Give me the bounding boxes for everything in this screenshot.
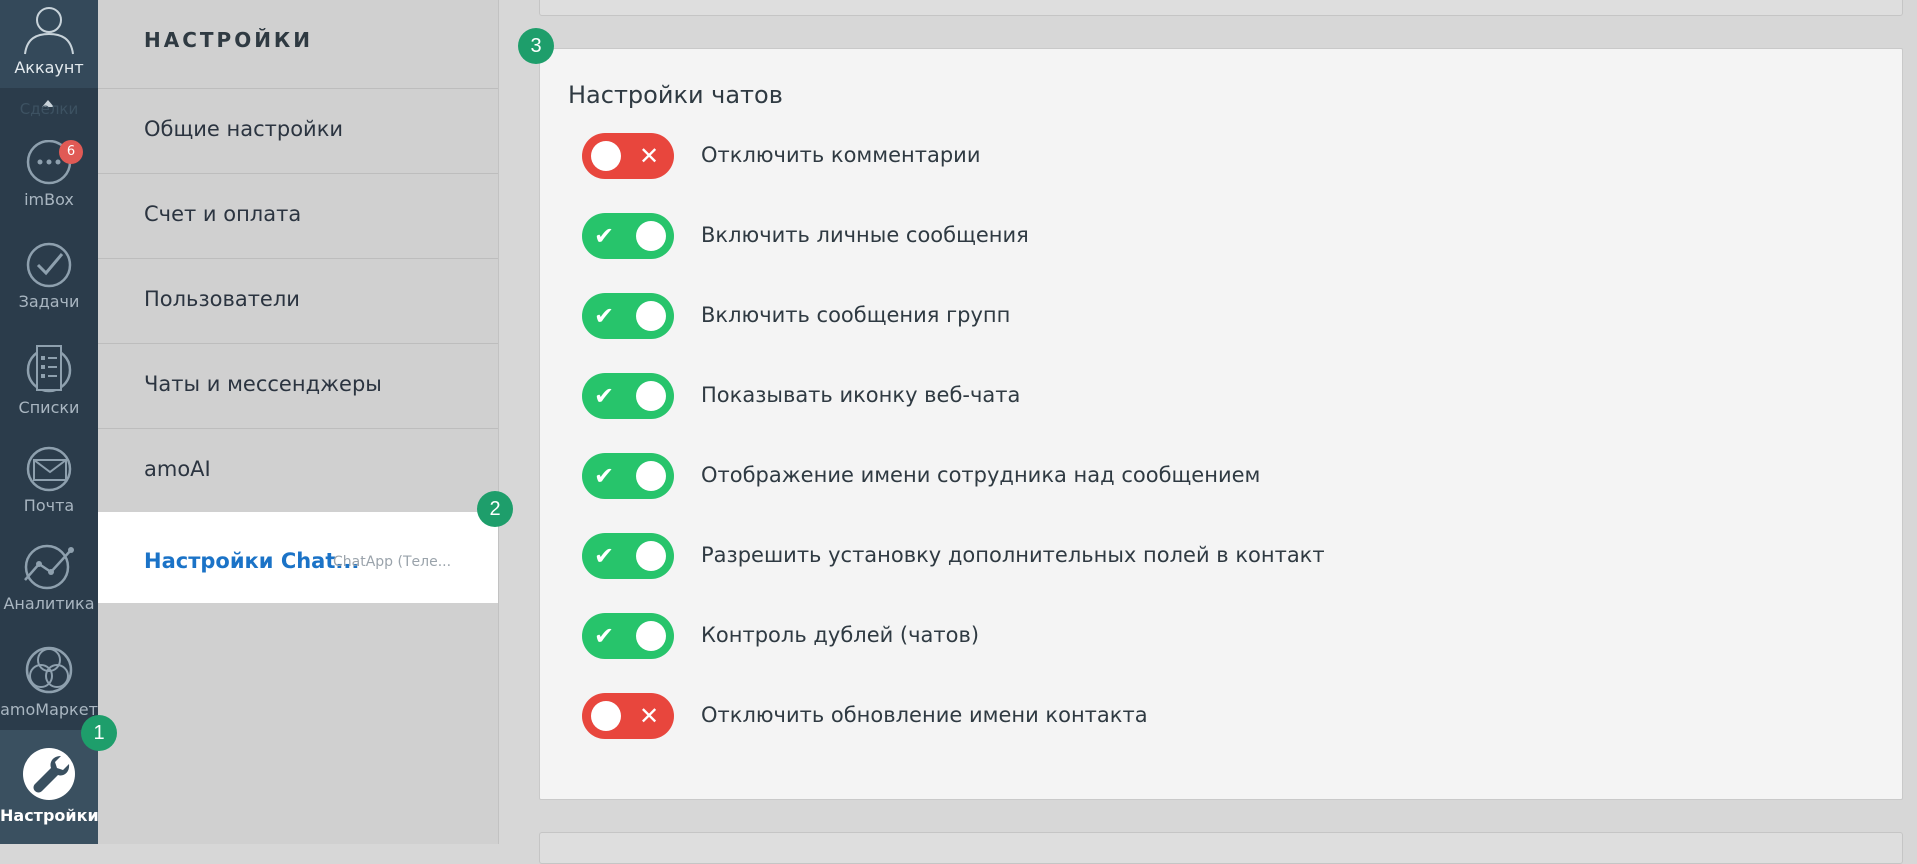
toggle-knob <box>636 621 666 651</box>
checkmark-icon: ✔ <box>594 302 615 330</box>
toggle-knob <box>636 301 666 331</box>
toggle-knob <box>591 141 621 171</box>
left-nav: Аккаунт Сделки imBox 6 Задачи Списки Поч… <box>0 0 99 844</box>
toggle-switch[interactable]: ✔ <box>582 533 674 579</box>
next-card <box>539 832 1903 864</box>
sidebar-item-label: amoAI <box>144 457 211 481</box>
setting-label: Отключить обновление имени контакта <box>701 703 1148 727</box>
nav-lists-label: Списки <box>18 398 80 417</box>
nav-market-label: amoМаркет <box>0 700 98 719</box>
sidebar-item-label: Настройки Chat... <box>144 549 360 573</box>
nav-account[interactable]: Аккаунт <box>0 0 98 88</box>
sidebar-item-sublabel: ChatApp (Теле... <box>333 554 452 570</box>
toggle-switch[interactable]: ✔ <box>582 613 674 659</box>
sidebar-item-users[interactable]: Пользователи <box>98 258 498 343</box>
nav-analytics[interactable]: Аналитика <box>0 544 98 613</box>
sidebar-item-label: Общие настройки <box>144 117 344 141</box>
market-circles-icon <box>25 646 73 694</box>
toggle-knob <box>636 221 666 251</box>
nav-market[interactable]: amoМаркет <box>0 644 98 719</box>
toggle-switch[interactable]: ✔ <box>582 213 674 259</box>
sidebar-item-label: Чаты и мессенджеры <box>144 372 382 396</box>
analytics-chart-icon <box>24 544 74 590</box>
chat-settings-card: Настройки чатов ✕ Отключить комментарии … <box>539 48 1903 800</box>
nav-faded-item: Сделки <box>19 100 79 118</box>
checkmark-icon: ✔ <box>594 462 615 490</box>
step-badge-2: 2 <box>477 491 513 527</box>
step-badge-1: 1 <box>81 715 117 751</box>
toggle-knob <box>636 381 666 411</box>
wrench-icon <box>23 748 75 800</box>
nav-settings-label: Настройки <box>0 806 99 825</box>
nav-mail-label: Почта <box>23 496 75 515</box>
toggle-switch[interactable]: ✕ <box>582 133 674 179</box>
nav-imbox-label: imBox <box>24 190 74 209</box>
nav-analytics-label: Аналитика <box>3 594 95 613</box>
card-title: Настройки чатов <box>568 81 783 109</box>
nav-tasks[interactable]: Задачи <box>0 242 98 311</box>
sidebar-item-label: Счет и оплата <box>144 202 302 226</box>
sidebar-item-amoai[interactable]: amoAI <box>98 428 498 513</box>
sidebar-item-chats[interactable]: Чаты и мессенджеры <box>98 343 498 428</box>
toggle-switch[interactable]: ✔ <box>582 373 674 419</box>
toggle-knob <box>636 541 666 571</box>
setting-label: Включить сообщения групп <box>701 303 1011 327</box>
nav-mail[interactable]: Почта <box>0 446 98 515</box>
sidebar-item-general[interactable]: Общие настройки <box>98 88 498 173</box>
nav-tasks-label: Задачи <box>18 292 80 311</box>
setting-label: Отображение имени сотрудника над сообщен… <box>701 463 1261 487</box>
main-content: Настройки чатов ✕ Отключить комментарии … <box>499 0 1917 864</box>
user-avatar-icon <box>24 7 74 55</box>
cross-icon: ✕ <box>639 142 660 170</box>
sidebar-item-label: Пользователи <box>144 287 300 311</box>
settings-title: НАСТРОЙКИ <box>144 28 314 52</box>
setting-label: Разрешить установку дополнительных полей… <box>701 543 1325 567</box>
toggle-knob <box>591 701 621 731</box>
setting-label: Включить личные сообщения <box>701 223 1029 247</box>
unread-count-badge: 6 <box>59 140 83 164</box>
nav-settings[interactable]: Настройки <box>0 730 99 844</box>
toggle-switch[interactable]: ✔ <box>582 453 674 499</box>
nav-imbox[interactable]: imBox <box>0 140 98 209</box>
list-icon <box>26 345 72 393</box>
setting-label: Контроль дублей (чатов) <box>701 623 980 647</box>
setting-label: Показывать иконку веб-чата <box>701 383 1021 407</box>
step-badge-3: 3 <box>518 28 554 64</box>
nav-account-label: Аккаунт <box>14 58 84 77</box>
toggle-switch[interactable]: ✔ <box>582 293 674 339</box>
sidebar-item-chatapp-settings[interactable]: Настройки Chat... ChatApp (Теле... <box>98 512 498 603</box>
checkmark-icon: ✔ <box>594 222 615 250</box>
toggle-knob <box>636 461 666 491</box>
setting-label: Отключить комментарии <box>701 143 981 167</box>
previous-card <box>539 0 1903 16</box>
checkmark-icon: ✔ <box>594 542 615 570</box>
checkmark-icon: ✔ <box>594 622 615 650</box>
envelope-icon <box>26 446 72 492</box>
checkmark-icon: ✔ <box>594 382 615 410</box>
settings-sidebar: НАСТРОЙКИ Общие настройки Счет и оплата … <box>98 0 499 844</box>
nav-lists[interactable]: Списки <box>0 342 98 417</box>
cross-icon: ✕ <box>639 702 660 730</box>
sidebar-item-billing[interactable]: Счет и оплата <box>98 173 498 258</box>
toggle-switch[interactable]: ✕ <box>582 693 674 739</box>
checkmark-circle-icon <box>26 242 72 288</box>
